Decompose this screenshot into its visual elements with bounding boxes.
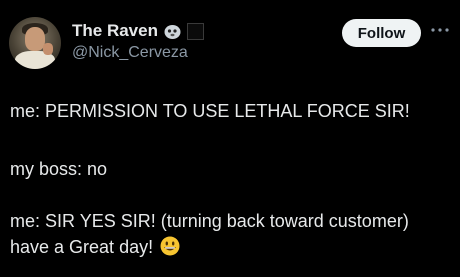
follow-button[interactable]: Follow — [342, 19, 421, 47]
avatar-hand — [43, 43, 53, 55]
avatar[interactable] — [9, 17, 61, 69]
tweet-text-line-1: me: PERMISSION TO USE LETHAL FORCE SIR! — [10, 101, 410, 121]
tweet-text-line-2: my boss: no — [10, 159, 108, 179]
more-options-icon[interactable] — [430, 25, 450, 35]
user-handle[interactable]: @Nick_Cerveza — [72, 44, 188, 62]
grinning-face-icon — [160, 236, 180, 256]
avatar-face — [25, 27, 45, 51]
tweet-text-line-3: me: SIR YES SIR! (turning back toward cu… — [10, 211, 409, 231]
tweet-text-line-4-text: have a Great day! — [10, 237, 154, 257]
display-name[interactable]: The Raven — [72, 21, 158, 41]
tweet-text-line-4: have a Great day! — [10, 236, 180, 258]
ghost-emoji-icon — [164, 25, 181, 39]
black-square-icon — [187, 23, 204, 40]
